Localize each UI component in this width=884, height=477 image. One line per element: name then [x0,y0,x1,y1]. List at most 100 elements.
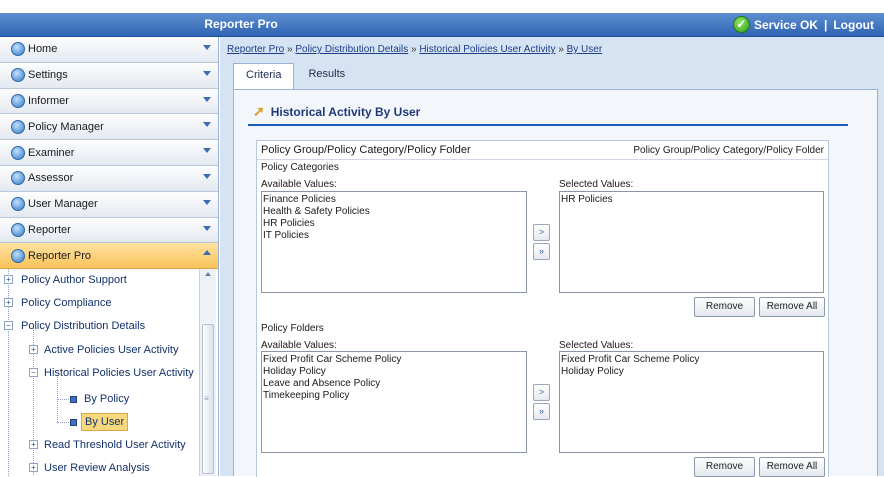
separator: | [823,17,828,32]
chevron-up-icon [203,250,211,256]
chevron-down-icon [203,45,211,50]
available-label: Available Values: [261,340,337,351]
add-selected-button[interactable]: > [533,384,550,401]
menu-settings[interactable]: Settings [0,62,218,89]
menu-home[interactable]: Home [0,37,218,63]
menu-informer[interactable]: Informer [0,88,218,115]
menu-label: Home [28,43,58,56]
panel-header: ➚ Historical Activity By User [253,103,420,120]
list-item[interactable]: Holiday Policy [263,366,525,378]
assessor-icon [11,171,25,186]
expand-icon[interactable]: + [29,463,38,473]
main-content: Reporter Pro » Policy Distribution Detai… [220,37,884,477]
tree-node-historical-policies-user-activity[interactable]: Historical Policies User Activity [44,362,194,384]
tab-criteria[interactable]: Criteria [233,63,295,90]
list-item[interactable]: Timekeeping Policy [263,390,525,402]
grip-icon: ≡ [204,394,209,404]
tree-node-read-threshold-user-activity[interactable]: Read Threshold User Activity [44,434,186,456]
collapse-icon[interactable]: − [29,368,38,378]
categories-available-list[interactable]: Finance Policies Health & Safety Policie… [261,191,527,293]
list-item[interactable]: Fixed Profit Car Scheme Policy [561,354,822,366]
panel-title: Historical Activity By User [270,104,421,119]
menu-label: User Manager [28,198,98,211]
breadcrumb-item[interactable]: Policy Distribution Details [295,44,408,55]
home-icon [11,42,25,57]
chevron-down-icon [203,199,211,205]
sidebar: Home Settings Informer Policy Manager Ex… [0,37,219,477]
breadcrumb-item[interactable]: Historical Policies User Activity [419,44,555,55]
tree-node-by-user[interactable]: By User [81,413,129,432]
chevron-down-icon [203,225,211,231]
remove-button[interactable]: Remove [694,457,755,477]
menu-reporter[interactable]: Reporter [0,217,218,244]
breadcrumb-separator: » [558,44,564,55]
folders-selected-list[interactable]: Fixed Profit Car Scheme Policy Holiday P… [559,351,824,453]
criteria-panel: ➚ Historical Activity By User Policy Gro… [233,89,878,477]
scroll-up-icon[interactable] [205,272,211,277]
examiner-icon [11,145,25,160]
add-all-button[interactable]: » [533,243,550,260]
breadcrumb-item[interactable]: Reporter Pro [227,44,284,55]
list-item[interactable]: Holiday Policy [561,366,822,378]
breadcrumb-separator: » [410,44,417,55]
available-label: Available Values: [261,179,337,190]
selected-label: Selected Values: [559,179,634,190]
tab-bar: Criteria Results [233,63,357,90]
breadcrumb-separator: » [287,44,293,55]
section-title: Policy Folders [261,323,324,334]
form-header-left: Policy Group/Policy Category/Policy Fold… [261,144,471,156]
menu-assessor[interactable]: Assessor [0,165,218,192]
expand-icon[interactable]: + [4,275,13,285]
users-icon [11,197,25,212]
menu-user-manager[interactable]: User Manager [0,191,218,218]
expand-icon[interactable]: + [29,440,38,450]
tree-node-by-policy[interactable]: By Policy [84,388,129,410]
collapse-icon[interactable]: − [4,321,13,331]
tree-node-active-policies-user-activity[interactable]: Active Policies User Activity [44,339,178,361]
remove-all-button[interactable]: Remove All [759,297,825,317]
list-item[interactable]: Health & Safety Policies [263,206,525,218]
chevron-down-icon [203,173,211,179]
remove-all-button[interactable]: Remove All [759,457,825,477]
form-header-right: Policy Group/Policy Category/Policy Fold… [633,145,824,156]
tab-results[interactable]: Results [296,63,357,89]
list-item[interactable]: Leave and Absence Policy [263,378,525,390]
list-item[interactable]: IT Policies [263,230,525,242]
list-item[interactable]: HR Policies [263,218,525,230]
menu-label: Examiner [28,146,75,159]
report-tree: + Policy Author Support + Policy Complia… [0,269,218,477]
service-status: ✓ Service OK | Logout [732,16,874,33]
chevron-down-icon [203,148,211,154]
menu-examiner[interactable]: Examiner [0,140,218,166]
chevron-down-icon [203,70,211,76]
categories-selected-list[interactable]: HR Policies [559,191,824,293]
remove-button[interactable]: Remove [694,297,755,317]
expand-icon[interactable]: + [29,345,38,355]
tree-node-policy-compliance[interactable]: Policy Compliance [21,292,111,314]
breadcrumb-item[interactable]: By User [567,44,603,55]
tree-node-policy-author-support[interactable]: Policy Author Support [21,269,127,291]
menu-label: Informer [28,94,69,107]
form-header: Policy Group/Policy Category/Policy Fold… [257,141,828,160]
tree-line [57,422,69,424]
tree-scrollbar[interactable]: ≡ [199,269,216,477]
settings-icon [11,68,25,83]
add-selected-button[interactable]: > [533,224,550,241]
menu-reporter-pro[interactable]: Reporter Pro [0,243,218,270]
list-item[interactable]: Finance Policies [263,194,525,206]
tree-line [57,399,69,401]
criteria-form: Policy Group/Policy Category/Policy Fold… [256,140,829,477]
expand-icon[interactable]: + [4,298,13,308]
logout-link[interactable]: Logout [833,18,874,32]
list-item[interactable]: Fixed Profit Car Scheme Policy [263,354,525,366]
menu-policy-manager[interactable]: Policy Manager [0,114,218,141]
breadcrumb: Reporter Pro » Policy Distribution Detai… [227,44,602,55]
add-all-button[interactable]: » [533,403,550,420]
tree-node-user-review-analysis[interactable]: User Review Analysis [44,457,150,476]
tree-node-policy-distribution-details[interactable]: Policy Distribution Details [21,315,145,337]
top-area: Reporter Pro ✓ Service OK | Logout [0,0,884,37]
header-divider [248,124,848,126]
menu-label: Reporter Pro [28,249,91,262]
list-item[interactable]: HR Policies [561,194,822,206]
folders-available-list[interactable]: Fixed Profit Car Scheme Policy Holiday P… [261,351,527,453]
